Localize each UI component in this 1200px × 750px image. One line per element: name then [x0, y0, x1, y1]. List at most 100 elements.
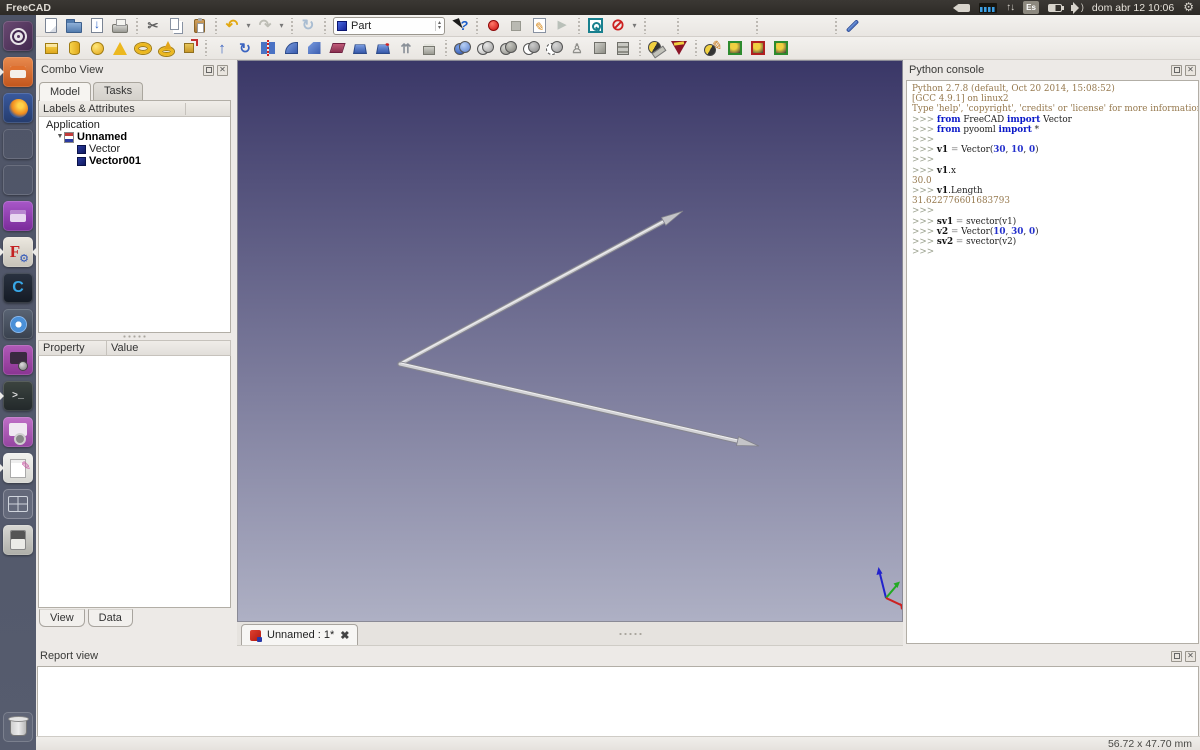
tree-item-vector[interactable]: Vector — [39, 143, 230, 155]
draw-style-options-icon[interactable]: ▾ — [630, 21, 639, 30]
boolean-icon[interactable] — [451, 38, 473, 58]
cone-icon[interactable] — [109, 38, 131, 58]
battery-icon[interactable] — [1048, 1, 1062, 14]
launcher-item-media-player[interactable] — [3, 525, 33, 555]
launcher-item-freecad[interactable] — [3, 237, 33, 267]
check-geometry-icon[interactable] — [612, 38, 634, 58]
value-column-header[interactable]: Value — [107, 341, 230, 355]
horizontal-splitter-handle[interactable] — [618, 632, 644, 636]
workbench-selector[interactable]: Part▴▾ — [333, 17, 445, 35]
launcher-item-purple-console[interactable] — [3, 201, 33, 231]
paste-icon[interactable] — [188, 16, 210, 36]
launcher-item-dash[interactable] — [3, 21, 33, 51]
tree-item-application[interactable]: Application — [39, 119, 230, 131]
network-updown-icon[interactable]: ↑↓ — [1006, 1, 1014, 14]
measure-linear-icon[interactable] — [645, 38, 667, 58]
session-gear-icon[interactable]: ⚙ — [1183, 1, 1194, 14]
launcher-item-c-app[interactable] — [3, 273, 33, 303]
redo-icon[interactable]: ↷ — [254, 16, 276, 36]
copy-icon[interactable] — [165, 16, 187, 36]
sphere-icon[interactable] — [86, 38, 108, 58]
view-top-icon[interactable] — [706, 16, 728, 36]
property-column-header[interactable]: Property — [39, 341, 107, 355]
launcher-item-chromium[interactable] — [3, 309, 33, 339]
vector-arrows-canvas[interactable]: YX — [238, 61, 902, 621]
clock-icon[interactable]: dom abr 12 10:06 — [1092, 1, 1174, 14]
chamfer-icon[interactable] — [303, 38, 325, 58]
union-icon[interactable] — [497, 38, 519, 58]
float-panel-button[interactable] — [1171, 651, 1182, 662]
launcher-item-software-center[interactable] — [3, 129, 33, 159]
toggle-measurement-all-icon[interactable] — [724, 38, 746, 58]
refine-shape-icon[interactable] — [589, 38, 611, 58]
macro-record-icon[interactable] — [482, 16, 504, 36]
close-document-icon[interactable]: ✖ — [340, 629, 349, 642]
fillet-icon[interactable] — [280, 38, 302, 58]
ruled-surface-icon[interactable] — [326, 38, 348, 58]
float-panel-button[interactable] — [203, 65, 214, 76]
undo-icon[interactable]: ↶ — [221, 16, 243, 36]
view-rear-icon[interactable] — [762, 16, 784, 36]
macro-play-icon[interactable]: ▶ — [551, 16, 573, 36]
thickness-icon[interactable] — [418, 38, 440, 58]
workbench-spinner-icon[interactable]: ▴▾ — [435, 21, 441, 31]
launcher-item-firefox[interactable] — [3, 93, 33, 123]
report-view-output[interactable] — [37, 666, 1199, 738]
sweep-icon[interactable] — [372, 38, 394, 58]
print-icon[interactable] — [109, 16, 131, 36]
revolve-icon[interactable]: ↻ — [234, 38, 256, 58]
mirror-icon[interactable] — [257, 38, 279, 58]
convert-to-solid-icon[interactable]: ♙ — [566, 38, 588, 58]
launcher-item-files[interactable] — [3, 57, 33, 87]
refresh-icon[interactable]: ↻ — [297, 16, 319, 36]
torus-icon[interactable] — [132, 38, 154, 58]
expander-icon[interactable]: ▼ — [56, 131, 64, 143]
launcher-item-text-editor[interactable] — [3, 453, 33, 483]
tree-column-header[interactable]: Labels & Attributes — [39, 101, 230, 117]
tree-item-unnamed[interactable]: ▼Unnamed — [39, 131, 230, 143]
tree-item-vector001[interactable]: Vector001 — [39, 155, 230, 167]
launcher-item-terminal[interactable] — [3, 381, 33, 411]
view-left-icon[interactable] — [808, 16, 830, 36]
offset-icon[interactable]: ⇈ — [395, 38, 417, 58]
view-front-icon[interactable] — [683, 16, 705, 36]
tab-model[interactable]: Model — [39, 82, 91, 101]
view-bottom-icon[interactable] — [785, 16, 807, 36]
property-table-body[interactable] — [38, 356, 231, 608]
whats-this-icon[interactable] — [449, 16, 471, 36]
open-document-icon[interactable] — [63, 16, 85, 36]
launcher-item-system-settings[interactable] — [3, 165, 33, 195]
cut-boolean-icon[interactable] — [474, 38, 496, 58]
close-panel-button[interactable]: ✕ — [1185, 651, 1196, 662]
3d-viewport[interactable]: YX — [237, 60, 903, 622]
intersection-icon[interactable] — [520, 38, 542, 58]
save-document-icon[interactable] — [86, 16, 108, 36]
fit-all-icon[interactable] — [584, 16, 606, 36]
tab-view[interactable]: View — [39, 609, 85, 627]
toggle-measurement-delta-icon[interactable] — [770, 38, 792, 58]
cut-icon[interactable]: ✂ — [142, 16, 164, 36]
redo-options-icon[interactable]: ▾ — [277, 21, 286, 30]
measure-distance-icon[interactable] — [841, 16, 863, 36]
launcher-item-workspace-switcher[interactable] — [3, 489, 33, 519]
shape-builder-icon[interactable] — [178, 38, 200, 58]
draw-style-icon[interactable]: ⊘ — [607, 16, 629, 36]
keyboard-layout-icon[interactable]: Es — [1023, 1, 1039, 14]
combo-splitter-handle[interactable] — [37, 333, 232, 340]
extrude-icon[interactable]: ↑ — [211, 38, 233, 58]
vector-arrow-v1[interactable] — [400, 363, 759, 446]
float-panel-button[interactable] — [1171, 65, 1182, 76]
launcher-item-cheese[interactable] — [3, 417, 33, 447]
document-tab[interactable]: Unnamed : 1* ✖ — [241, 624, 358, 645]
vector-arrow-v2[interactable] — [400, 211, 683, 364]
tab-tasks[interactable]: Tasks — [93, 82, 143, 100]
launcher-item-webcam-app[interactable] — [3, 345, 33, 375]
toggle-measurement-3d-icon[interactable] — [747, 38, 769, 58]
close-panel-button[interactable]: ✕ — [217, 65, 228, 76]
view-axonometric-icon[interactable] — [650, 16, 672, 36]
close-panel-button[interactable]: ✕ — [1185, 65, 1196, 76]
tab-data[interactable]: Data — [88, 609, 133, 627]
volume-icon[interactable] — [1071, 1, 1083, 14]
create-primitives-icon[interactable] — [155, 38, 177, 58]
section-icon[interactable] — [543, 38, 565, 58]
